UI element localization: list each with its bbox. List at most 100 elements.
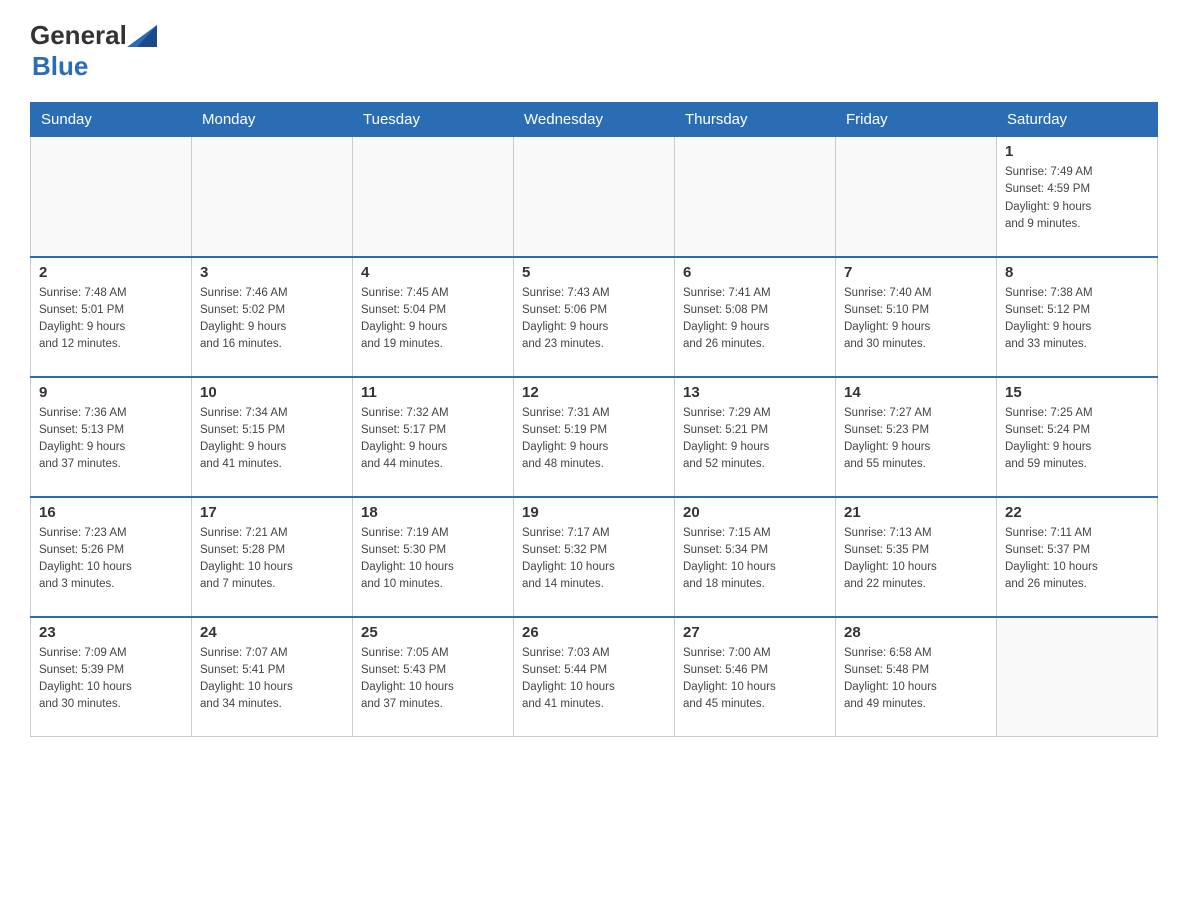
- day-info: Sunrise: 7:13 AM Sunset: 5:35 PM Dayligh…: [844, 525, 988, 594]
- day-info: Sunrise: 7:32 AM Sunset: 5:17 PM Dayligh…: [361, 405, 505, 474]
- day-number: 10: [200, 384, 344, 401]
- day-info: Sunrise: 7:19 AM Sunset: 5:30 PM Dayligh…: [361, 525, 505, 594]
- day-info: Sunrise: 7:45 AM Sunset: 5:04 PM Dayligh…: [361, 285, 505, 354]
- day-number: 27: [683, 624, 827, 641]
- week-row-4: 16 Sunrise: 7:23 AM Sunset: 5:26 PM Dayli…: [31, 497, 1158, 617]
- page-header: General Blue: [30, 20, 1158, 82]
- day-info: Sunrise: 7:41 AM Sunset: 5:08 PM Dayligh…: [683, 285, 827, 354]
- header-wednesday: Wednesday: [514, 103, 675, 137]
- calendar-header-row: SundayMondayTuesdayWednesdayThursdayFrid…: [31, 103, 1158, 137]
- calendar-table: SundayMondayTuesdayWednesdayThursdayFrid…: [30, 102, 1158, 737]
- calendar-day-cell: [192, 137, 353, 257]
- logo-text-blue: Blue: [32, 51, 88, 82]
- day-info: Sunrise: 6:58 AM Sunset: 5:48 PM Dayligh…: [844, 645, 988, 714]
- day-info: Sunrise: 7:29 AM Sunset: 5:21 PM Dayligh…: [683, 405, 827, 474]
- calendar-day-cell: 10 Sunrise: 7:34 AM Sunset: 5:15 PM Dayli…: [192, 377, 353, 497]
- day-info: Sunrise: 7:38 AM Sunset: 5:12 PM Dayligh…: [1005, 285, 1149, 354]
- day-info: Sunrise: 7:17 AM Sunset: 5:32 PM Dayligh…: [522, 525, 666, 594]
- logo-text-general: General: [30, 20, 127, 51]
- calendar-day-cell: 26 Sunrise: 7:03 AM Sunset: 5:44 PM Dayli…: [514, 617, 675, 737]
- day-info: Sunrise: 7:09 AM Sunset: 5:39 PM Dayligh…: [39, 645, 183, 714]
- day-number: 21: [844, 504, 988, 521]
- day-number: 19: [522, 504, 666, 521]
- day-info: Sunrise: 7:21 AM Sunset: 5:28 PM Dayligh…: [200, 525, 344, 594]
- calendar-day-cell: [31, 137, 192, 257]
- day-number: 26: [522, 624, 666, 641]
- day-info: Sunrise: 7:48 AM Sunset: 5:01 PM Dayligh…: [39, 285, 183, 354]
- day-info: Sunrise: 7:15 AM Sunset: 5:34 PM Dayligh…: [683, 525, 827, 594]
- day-number: 15: [1005, 384, 1149, 401]
- day-info: Sunrise: 7:25 AM Sunset: 5:24 PM Dayligh…: [1005, 405, 1149, 474]
- day-number: 1: [1005, 143, 1149, 160]
- week-row-2: 2 Sunrise: 7:48 AM Sunset: 5:01 PM Daylig…: [31, 257, 1158, 377]
- calendar-day-cell: 24Sunrise: 7:07 AM Sunset: 5:41 PM Dayli…: [192, 617, 353, 737]
- day-info: Sunrise: 7:05 AM Sunset: 5:43 PM Dayligh…: [361, 645, 505, 714]
- day-number: 5: [522, 264, 666, 281]
- logo-line1: General: [30, 20, 157, 51]
- day-number: 2: [39, 264, 183, 281]
- header-friday: Friday: [836, 103, 997, 137]
- calendar-day-cell: 14 Sunrise: 7:27 AM Sunset: 5:23 PM Dayli…: [836, 377, 997, 497]
- calendar-day-cell: 4 Sunrise: 7:45 AM Sunset: 5:04 PM Daylig…: [353, 257, 514, 377]
- calendar-day-cell: 23 Sunrise: 7:09 AM Sunset: 5:39 PM Dayli…: [31, 617, 192, 737]
- day-number: 7: [844, 264, 988, 281]
- calendar-day-cell: [836, 137, 997, 257]
- day-info: Sunrise: 7:49 AM Sunset: 4:59 PM Dayligh…: [1005, 164, 1149, 233]
- day-info: Sunrise: 7:23 AM Sunset: 5:26 PM Dayligh…: [39, 525, 183, 594]
- calendar-day-cell: 7Sunrise: 7:40 AM Sunset: 5:10 PM Daylig…: [836, 257, 997, 377]
- calendar-day-cell: 6 Sunrise: 7:41 AM Sunset: 5:08 PM Daylig…: [675, 257, 836, 377]
- header-tuesday: Tuesday: [353, 103, 514, 137]
- logo: General Blue: [30, 20, 157, 82]
- calendar-day-cell: 28 Sunrise: 6:58 AM Sunset: 5:48 PM Dayli…: [836, 617, 997, 737]
- header-monday: Monday: [192, 103, 353, 137]
- day-number: 23: [39, 624, 183, 641]
- logo-triangle-icon: [127, 25, 157, 47]
- day-number: 20: [683, 504, 827, 521]
- day-number: 3: [200, 264, 344, 281]
- calendar-day-cell: 17 Sunrise: 7:21 AM Sunset: 5:28 PM Dayli…: [192, 497, 353, 617]
- day-info: Sunrise: 7:11 AM Sunset: 5:37 PM Dayligh…: [1005, 525, 1149, 594]
- header-sunday: Sunday: [31, 103, 192, 137]
- day-number: 24: [200, 624, 344, 641]
- day-info: Sunrise: 7:43 AM Sunset: 5:06 PM Dayligh…: [522, 285, 666, 354]
- calendar-day-cell: [675, 137, 836, 257]
- day-info: Sunrise: 7:27 AM Sunset: 5:23 PM Dayligh…: [844, 405, 988, 474]
- day-number: 12: [522, 384, 666, 401]
- day-number: 28: [844, 624, 988, 641]
- calendar-day-cell: 27 Sunrise: 7:00 AM Sunset: 5:46 PM Dayli…: [675, 617, 836, 737]
- week-row-3: 9Sunrise: 7:36 AM Sunset: 5:13 PM Daylig…: [31, 377, 1158, 497]
- calendar-day-cell: 16 Sunrise: 7:23 AM Sunset: 5:26 PM Dayli…: [31, 497, 192, 617]
- day-info: Sunrise: 7:00 AM Sunset: 5:46 PM Dayligh…: [683, 645, 827, 714]
- calendar-day-cell: [353, 137, 514, 257]
- calendar-day-cell: 13 Sunrise: 7:29 AM Sunset: 5:21 PM Dayli…: [675, 377, 836, 497]
- calendar-day-cell: 1 Sunrise: 7:49 AM Sunset: 4:59 PM Daylig…: [997, 137, 1158, 257]
- header-saturday: Saturday: [997, 103, 1158, 137]
- week-row-5: 23 Sunrise: 7:09 AM Sunset: 5:39 PM Dayli…: [31, 617, 1158, 737]
- day-number: 4: [361, 264, 505, 281]
- day-info: Sunrise: 7:31 AM Sunset: 5:19 PM Dayligh…: [522, 405, 666, 474]
- day-number: 22: [1005, 504, 1149, 521]
- day-number: 18: [361, 504, 505, 521]
- day-info: Sunrise: 7:34 AM Sunset: 5:15 PM Dayligh…: [200, 405, 344, 474]
- day-number: 25: [361, 624, 505, 641]
- day-number: 6: [683, 264, 827, 281]
- calendar-day-cell: 19 Sunrise: 7:17 AM Sunset: 5:32 PM Dayli…: [514, 497, 675, 617]
- day-number: 13: [683, 384, 827, 401]
- day-number: 11: [361, 384, 505, 401]
- day-number: 17: [200, 504, 344, 521]
- calendar-day-cell: 9Sunrise: 7:36 AM Sunset: 5:13 PM Daylig…: [31, 377, 192, 497]
- day-number: 16: [39, 504, 183, 521]
- day-number: 8: [1005, 264, 1149, 281]
- calendar-day-cell: 18 Sunrise: 7:19 AM Sunset: 5:30 PM Dayli…: [353, 497, 514, 617]
- day-info: Sunrise: 7:03 AM Sunset: 5:44 PM Dayligh…: [522, 645, 666, 714]
- calendar-day-cell: 15 Sunrise: 7:25 AM Sunset: 5:24 PM Dayli…: [997, 377, 1158, 497]
- header-thursday: Thursday: [675, 103, 836, 137]
- day-info: Sunrise: 7:46 AM Sunset: 5:02 PM Dayligh…: [200, 285, 344, 354]
- day-info: Sunrise: 7:36 AM Sunset: 5:13 PM Dayligh…: [39, 405, 183, 474]
- day-number: 14: [844, 384, 988, 401]
- calendar-day-cell: [514, 137, 675, 257]
- calendar-day-cell: 11 Sunrise: 7:32 AM Sunset: 5:17 PM Dayli…: [353, 377, 514, 497]
- calendar-day-cell: [997, 617, 1158, 737]
- calendar-day-cell: 20 Sunrise: 7:15 AM Sunset: 5:34 PM Dayli…: [675, 497, 836, 617]
- week-row-1: 1 Sunrise: 7:49 AM Sunset: 4:59 PM Daylig…: [31, 137, 1158, 257]
